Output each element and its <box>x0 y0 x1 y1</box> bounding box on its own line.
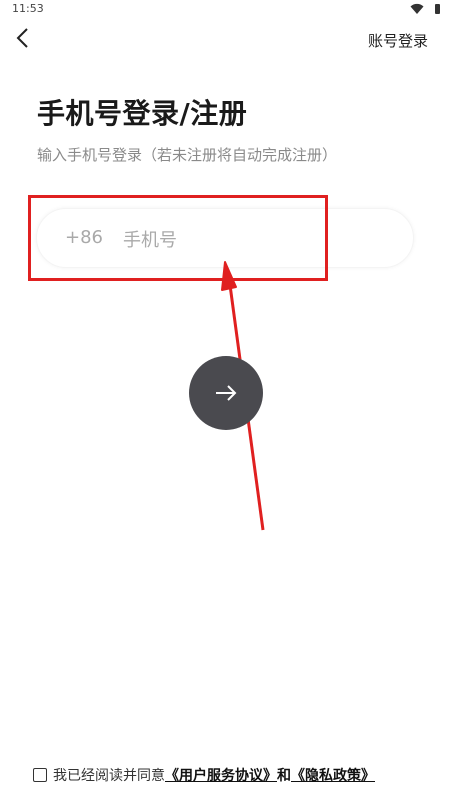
back-button[interactable] <box>10 24 38 52</box>
chevron-left-icon <box>16 28 28 48</box>
next-button[interactable] <box>189 356 263 430</box>
account-login-button[interactable]: 账号登录 <box>368 30 428 51</box>
status-time: 11:53 <box>12 2 44 15</box>
page-title: 手机号登录/注册 <box>37 97 248 130</box>
status-icons <box>410 3 440 15</box>
country-code[interactable]: +86 <box>65 227 103 248</box>
agreement-prefix: 我已经阅读并同意 <box>53 768 165 784</box>
wifi-icon <box>410 3 424 15</box>
page-subtitle: 输入手机号登录（若未注册将自动完成注册） <box>37 146 338 164</box>
privacy-link[interactable]: 《隐私政策》 <box>291 768 375 784</box>
agree-checkbox[interactable] <box>33 768 47 782</box>
status-bar: 11:53 <box>0 0 450 18</box>
agreement-and: 和 <box>277 768 291 784</box>
battery-icon <box>435 4 440 14</box>
terms-link[interactable]: 《用户服务协议》 <box>165 768 277 784</box>
arrow-right-icon <box>216 385 237 401</box>
phone-field[interactable]: +86 <box>36 208 414 268</box>
agreement-row: 我已经阅读并同意《用户服务协议》和《隐私政策》 <box>33 765 375 785</box>
phone-input[interactable] <box>121 219 395 261</box>
